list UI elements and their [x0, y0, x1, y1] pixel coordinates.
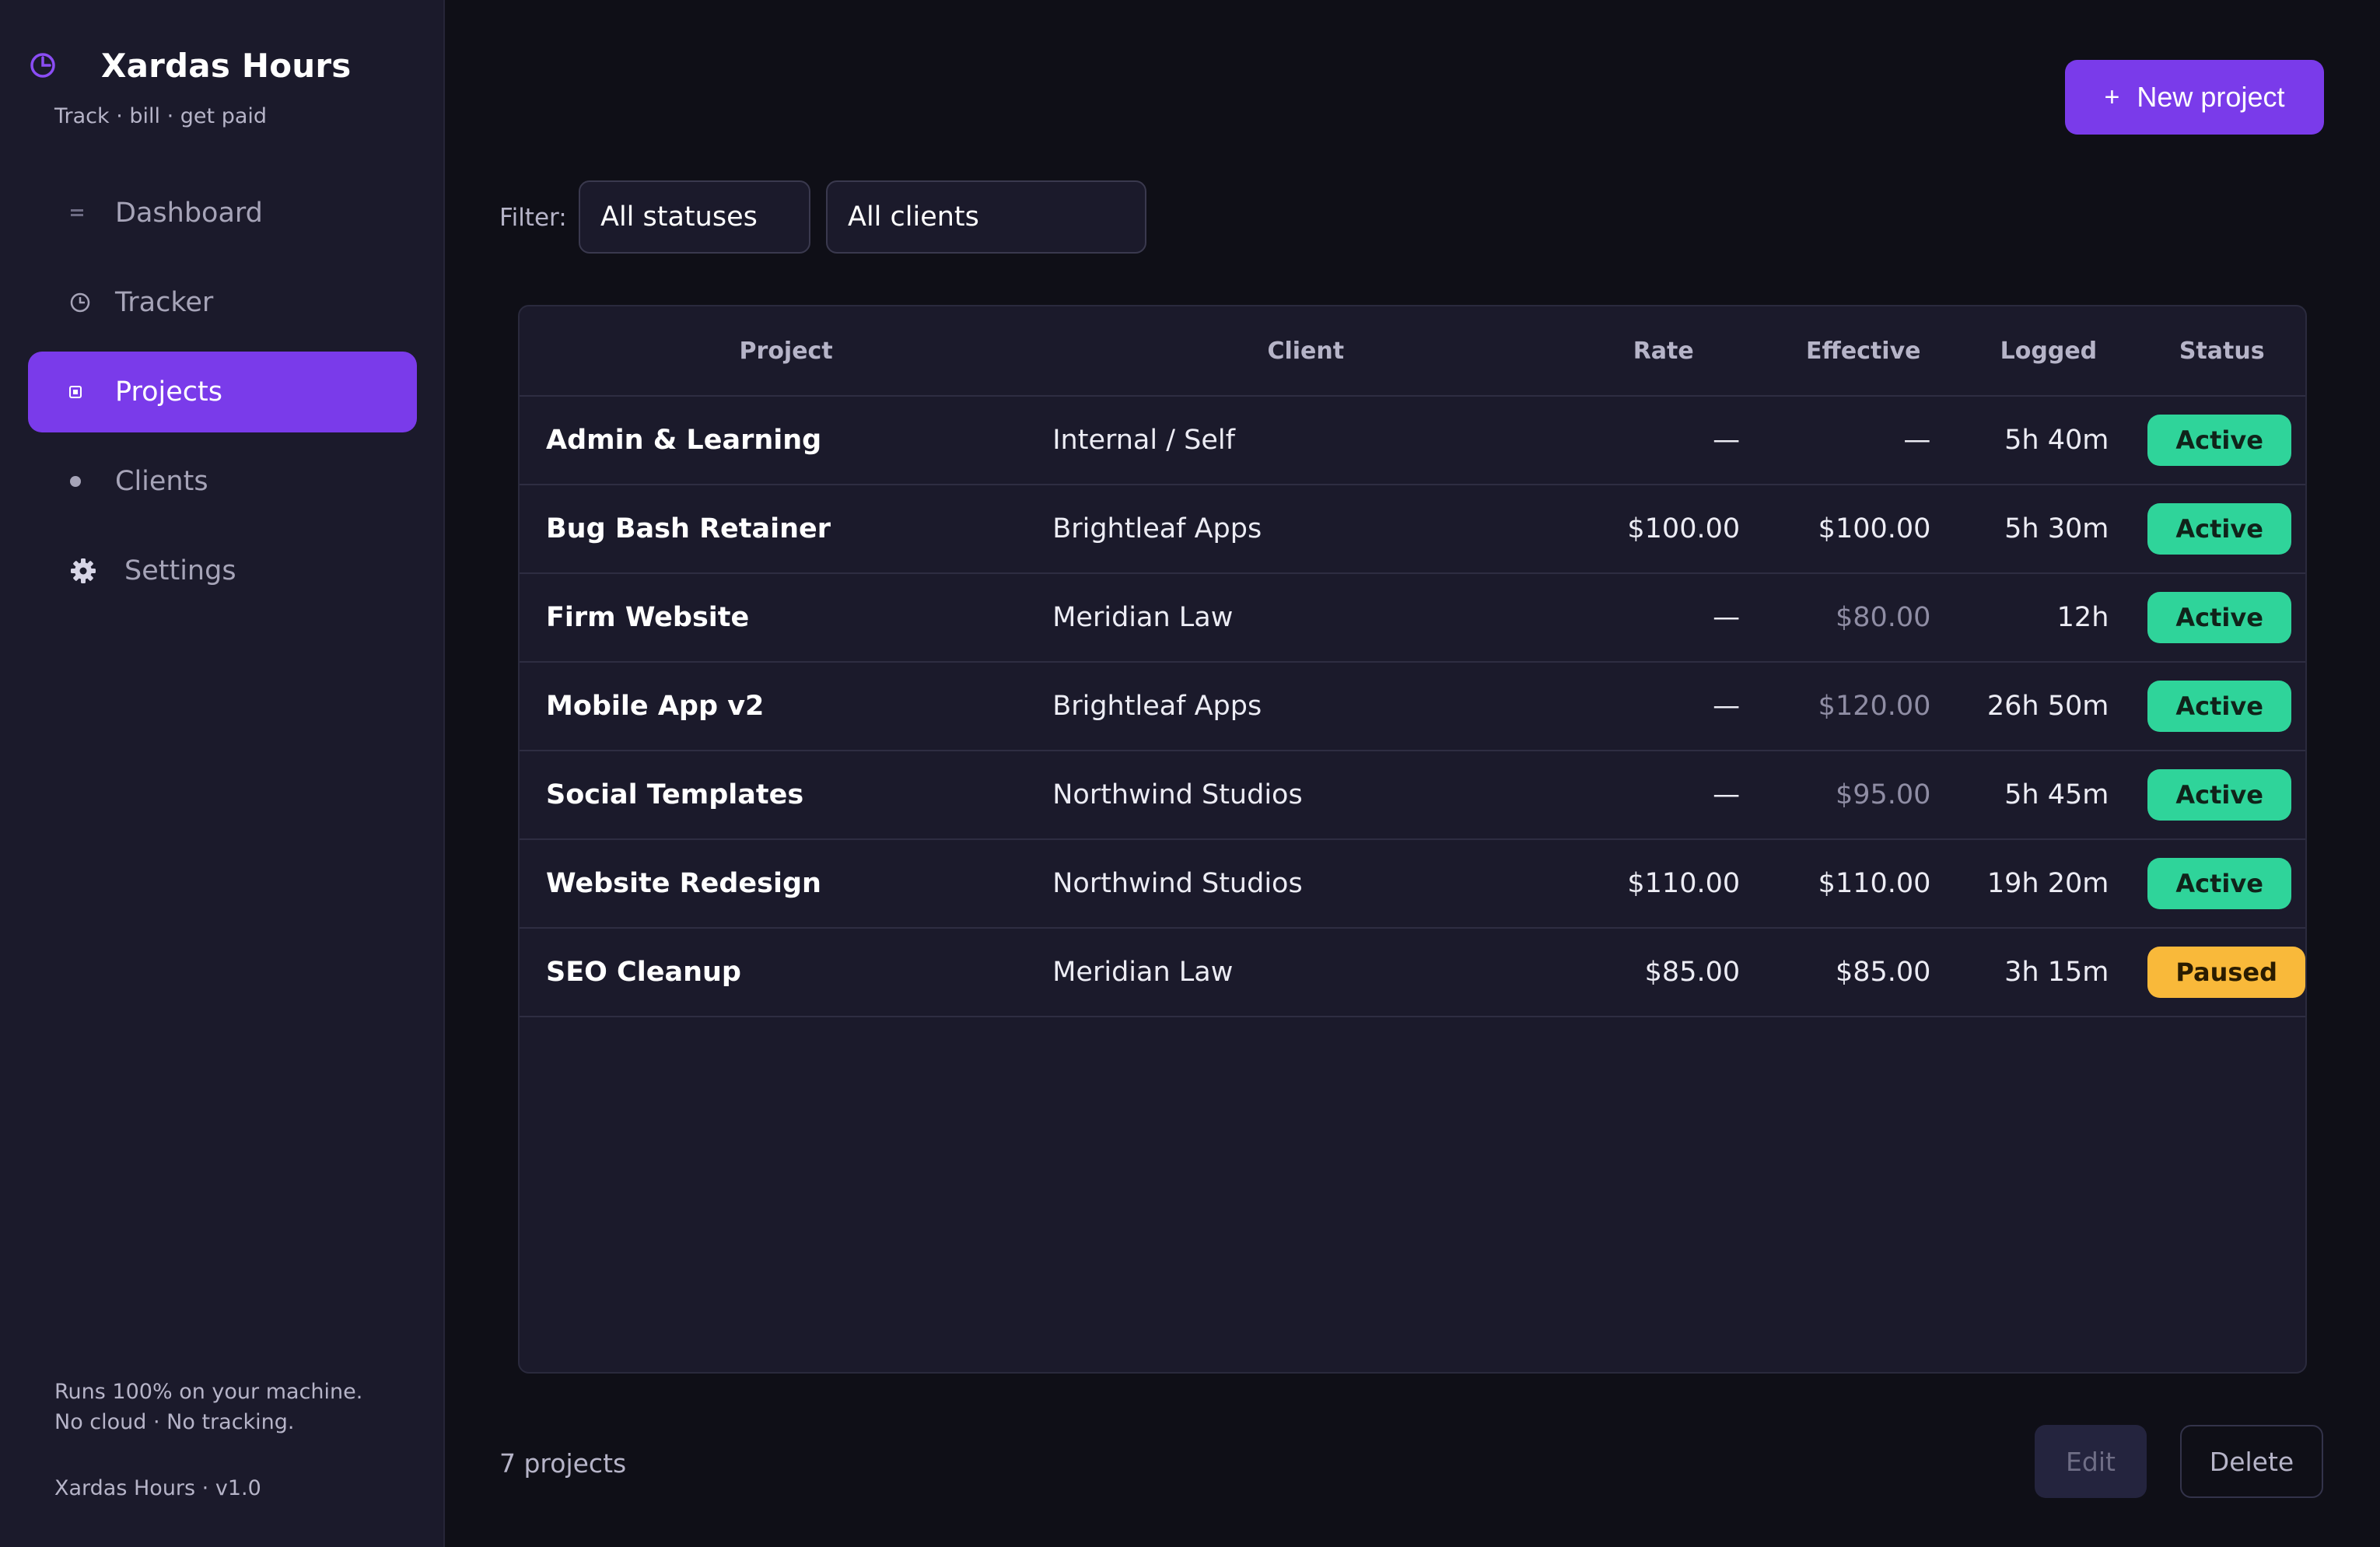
- effective-rate: —: [1768, 396, 1959, 485]
- rate-value: —: [1559, 662, 1769, 751]
- clock-icon: [68, 291, 115, 314]
- logged-time: 5h 45m: [1958, 751, 2139, 840]
- dashboard-icon: [68, 207, 115, 219]
- sidebar-item-label: Clients: [115, 466, 208, 497]
- delete-button[interactable]: Delete: [2180, 1425, 2323, 1498]
- client-name: Northwind Studios: [1052, 839, 1559, 929]
- project-name: Website Redesign: [520, 839, 1053, 929]
- effective-rate: $120.00: [1768, 662, 1959, 751]
- sidebar-nav: Dashboard Tracker Projects Clients Setti…: [28, 173, 417, 620]
- column-header-client[interactable]: Client: [1052, 306, 1559, 397]
- project-name: SEO Cleanup: [520, 928, 1053, 1017]
- privacy-note-line2: No cloud · No tracking.: [54, 1410, 295, 1434]
- brand: Xardas Hours: [28, 45, 351, 86]
- logged-time: 3h 15m: [1958, 928, 2139, 1017]
- plus-icon: +: [2104, 82, 2120, 112]
- sidebar-item-dashboard[interactable]: Dashboard: [28, 173, 417, 254]
- edit-button[interactable]: Edit: [2035, 1425, 2147, 1498]
- status-badge: Active: [2147, 681, 2291, 732]
- column-header-logged[interactable]: Logged: [1958, 306, 2139, 397]
- sidebar-item-label: Dashboard: [115, 198, 263, 229]
- status-badge: Active: [2147, 858, 2291, 909]
- sidebar: Xardas Hours Track · bill · get paid Das…: [0, 0, 445, 1547]
- client-name: Brightleaf Apps: [1052, 662, 1559, 751]
- logged-time: 5h 30m: [1958, 485, 2139, 574]
- sidebar-item-label: Settings: [124, 555, 236, 586]
- project-count: 7 projects: [499, 1448, 627, 1479]
- column-header-effective[interactable]: Effective: [1768, 306, 1959, 397]
- rate-value: —: [1559, 751, 1769, 840]
- projects-table: Project Client Rate Effective Logged Sta…: [518, 305, 2307, 1374]
- privacy-note-line1: Runs 100% on your machine.: [54, 1380, 363, 1404]
- filter-label: Filter:: [499, 204, 567, 232]
- folder-icon: [68, 385, 115, 399]
- table-row[interactable]: Admin & Learning Internal / Self — — 5h …: [520, 396, 2305, 485]
- table-row[interactable]: SEO Cleanup Meridian Law $85.00 $85.00 3…: [520, 928, 2305, 1017]
- clock-logo-icon: [28, 51, 58, 80]
- status-badge: Active: [2147, 592, 2291, 643]
- sidebar-item-tracker[interactable]: Tracker: [28, 262, 417, 343]
- new-project-button[interactable]: + New project: [2065, 60, 2324, 135]
- status-filter-select[interactable]: All statuses: [579, 180, 810, 254]
- rate-value: —: [1559, 573, 1769, 663]
- project-name: Social Templates: [520, 751, 1053, 840]
- logged-time: 26h 50m: [1958, 662, 2139, 751]
- status-badge: Active: [2147, 503, 2291, 555]
- client-filter-select[interactable]: All clients: [826, 180, 1146, 254]
- client-name: Meridian Law: [1052, 573, 1559, 663]
- sidebar-item-clients[interactable]: Clients: [28, 441, 417, 522]
- logged-time: 19h 20m: [1958, 839, 2139, 929]
- privacy-note: Runs 100% on your machine. No cloud · No…: [54, 1377, 362, 1437]
- new-project-label: New project: [2137, 81, 2285, 113]
- table-row[interactable]: Social Templates Northwind Studios — $95…: [520, 751, 2305, 840]
- table-row[interactable]: Website Redesign Northwind Studios $110.…: [520, 839, 2305, 929]
- rate-value: —: [1559, 396, 1769, 485]
- gear-icon: [68, 556, 124, 586]
- sidebar-item-label: Tracker: [115, 287, 214, 318]
- logged-time: 5h 40m: [1958, 396, 2139, 485]
- client-name: Internal / Self: [1052, 396, 1559, 485]
- project-name: Mobile App v2: [520, 662, 1053, 751]
- column-header-status[interactable]: Status: [2138, 306, 2305, 397]
- project-name: Admin & Learning: [520, 396, 1053, 485]
- table-row[interactable]: Mobile App v2 Brightleaf Apps — $120.00 …: [520, 662, 2305, 751]
- effective-rate: $110.00: [1768, 839, 1959, 929]
- app-tagline: Track · bill · get paid: [54, 104, 268, 128]
- column-header-rate[interactable]: Rate: [1559, 306, 1769, 397]
- sidebar-item-projects[interactable]: Projects: [28, 352, 417, 432]
- sidebar-item-settings[interactable]: Settings: [28, 530, 417, 611]
- table-header-row: Project Client Rate Effective Logged Sta…: [520, 306, 2305, 397]
- effective-rate: $100.00: [1768, 485, 1959, 574]
- logged-time: 12h: [1958, 573, 2139, 663]
- app-window: Xardas Hours Track · bill · get paid Das…: [0, 0, 2380, 1547]
- client-name: Meridian Law: [1052, 928, 1559, 1017]
- effective-rate: $95.00: [1768, 751, 1959, 840]
- app-version: Xardas Hours · v1.0: [54, 1476, 261, 1500]
- client-name: Northwind Studios: [1052, 751, 1559, 840]
- status-badge: Active: [2147, 415, 2291, 466]
- sidebar-item-label: Projects: [115, 376, 222, 408]
- project-name: Bug Bash Retainer: [520, 485, 1053, 574]
- rate-value: $100.00: [1559, 485, 1769, 574]
- rate-value: $85.00: [1559, 928, 1769, 1017]
- status-badge: Active: [2147, 769, 2291, 821]
- table-row[interactable]: Firm Website Meridian Law — $80.00 12h A…: [520, 573, 2305, 663]
- effective-rate: $85.00: [1768, 928, 1959, 1017]
- project-name: Firm Website: [520, 573, 1053, 663]
- effective-rate: $80.00: [1768, 573, 1959, 663]
- rate-value: $110.00: [1559, 839, 1769, 929]
- client-name: Brightleaf Apps: [1052, 485, 1559, 574]
- app-title: Xardas Hours: [101, 46, 352, 85]
- table-row[interactable]: Bug Bash Retainer Brightleaf Apps $100.0…: [520, 485, 2305, 574]
- dot-icon: [68, 474, 115, 488]
- column-header-project[interactable]: Project: [520, 306, 1053, 397]
- status-badge: Paused: [2147, 947, 2305, 998]
